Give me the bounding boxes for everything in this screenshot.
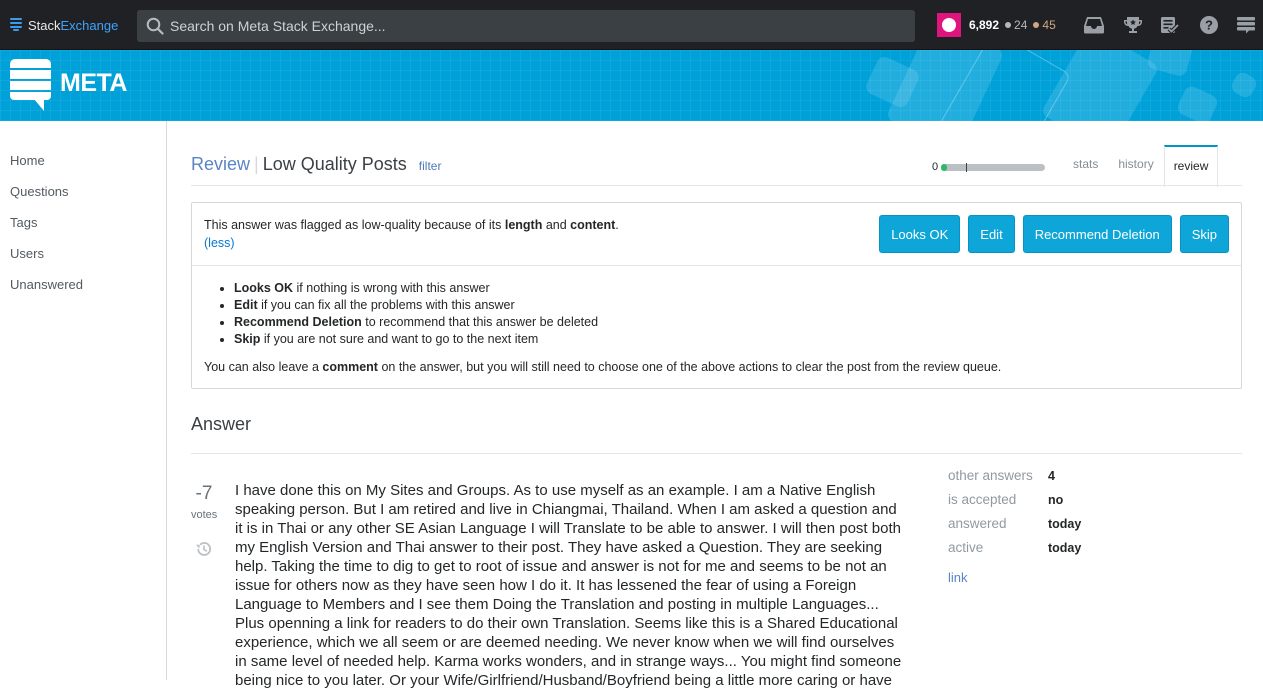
site-banner: META: [0, 50, 1263, 121]
user-profile[interactable]: 6,892 24 45: [937, 13, 1062, 37]
filter-link[interactable]: filter: [419, 159, 442, 173]
guide-item: Skip if you are not sure and want to go …: [234, 331, 598, 348]
review-tabs: stats history review: [1063, 145, 1219, 187]
page-title: Review | Low Quality Posts filter: [191, 154, 441, 175]
guide-item: Edit if you can fix all the problems wit…: [234, 297, 598, 314]
review-link[interactable]: Review: [191, 154, 250, 174]
progress-bar: [941, 162, 1046, 172]
brand-stack: Stack: [28, 17, 61, 33]
sidebar-item-unanswered[interactable]: Unanswered: [10, 277, 83, 292]
progress-count: 0: [932, 161, 939, 173]
tab-history[interactable]: history: [1108, 145, 1163, 186]
instructions-header: This answer was flagged as low-quality b…: [192, 203, 1241, 266]
looks-ok-button[interactable]: Looks OK: [879, 215, 961, 253]
review-instructions: This answer was flagged as low-quality b…: [191, 202, 1242, 389]
skip-button[interactable]: Skip: [1179, 215, 1229, 253]
vote-count: -7: [195, 483, 213, 504]
review-actions: Looks OK Edit Recommend Deletion Skip: [871, 215, 1229, 253]
review-progress: 0: [932, 161, 1046, 173]
edit-button[interactable]: Edit: [968, 215, 1015, 253]
stat-active: active today: [948, 540, 1082, 555]
help-icon[interactable]: ?: [1198, 14, 1220, 36]
meta-logo[interactable]: META: [10, 59, 127, 112]
silver-badge-icon: [1005, 22, 1012, 28]
banner-decoration: [1040, 50, 1160, 121]
progress-fill: [941, 163, 948, 171]
history-icon[interactable]: [194, 539, 214, 559]
vote-cell: -7 votes: [191, 483, 217, 521]
svg-text:?: ?: [1205, 18, 1213, 33]
sidebar-item-tags[interactable]: Tags: [10, 215, 37, 230]
action-guide: Looks OK if nothing is wrong with this a…: [234, 280, 598, 348]
bronze-badge-count: 45: [1042, 18, 1056, 32]
divider: [191, 185, 1242, 186]
site-name: META: [60, 69, 127, 97]
answer-heading: Answer: [191, 414, 252, 434]
answer-body: I have done this on My Sites and Groups.…: [235, 482, 902, 689]
sidebar-item-users[interactable]: Users: [10, 246, 44, 261]
flag-reason: This answer was flagged as low-quality b…: [204, 218, 619, 232]
progress-marker: [966, 162, 968, 172]
banner-decoration: [1228, 69, 1260, 101]
stat-answered: answered today: [948, 516, 1082, 531]
stackexchange-logo-icon: [10, 18, 22, 32]
achievements-icon[interactable]: [1122, 14, 1144, 36]
reputation: 6,892: [969, 18, 1000, 32]
recommend-deletion-button[interactable]: Recommend Deletion: [1022, 215, 1172, 253]
silver-badges: 24: [1005, 18, 1027, 32]
review-queue-icon[interactable]: [1159, 14, 1181, 36]
search-icon: [146, 17, 164, 35]
answer-link[interactable]: link: [948, 570, 968, 585]
divider: [191, 453, 1242, 454]
bronze-badges: 45: [1033, 18, 1056, 32]
silver-badge-count: 24: [1014, 18, 1028, 32]
avatar[interactable]: [937, 13, 961, 37]
site-switcher-icon[interactable]: [1235, 14, 1257, 36]
guide-item: Recommend Deletion to recommend that thi…: [234, 314, 598, 331]
tab-stats[interactable]: stats: [1063, 145, 1108, 186]
less-link[interactable]: (less): [204, 236, 235, 250]
title-separator: |: [254, 154, 259, 174]
comment-note: You can also leave a comment on the answ…: [204, 360, 1002, 374]
stat-is-accepted: is accepted no: [948, 492, 1064, 507]
meta-logo-icon: [10, 59, 51, 112]
guide-item: Looks OK if nothing is wrong with this a…: [234, 280, 598, 297]
queue-title: Low Quality Posts: [262, 154, 407, 174]
search-box[interactable]: [137, 10, 915, 42]
inbox-icon[interactable]: [1083, 14, 1105, 36]
stackexchange-logo[interactable]: Stack Exchange: [10, 17, 118, 33]
top-bar: StackExchange 6,892 24 45 ?: [0, 0, 1263, 50]
stat-other-answers: other answers 4: [948, 468, 1055, 483]
vote-label: votes: [191, 509, 218, 521]
sidebar-item-questions[interactable]: Questions: [10, 184, 69, 199]
bronze-badge-icon: [1033, 22, 1040, 28]
brand-exchange: Exchange: [60, 17, 119, 33]
sidebar-item-home[interactable]: Home: [10, 153, 45, 168]
search-input[interactable]: [170, 10, 900, 42]
banner-decoration: [1175, 84, 1220, 121]
tab-review[interactable]: review: [1163, 145, 1219, 187]
left-sidebar: Home Questions Tags Users Unanswered: [0, 121, 167, 680]
